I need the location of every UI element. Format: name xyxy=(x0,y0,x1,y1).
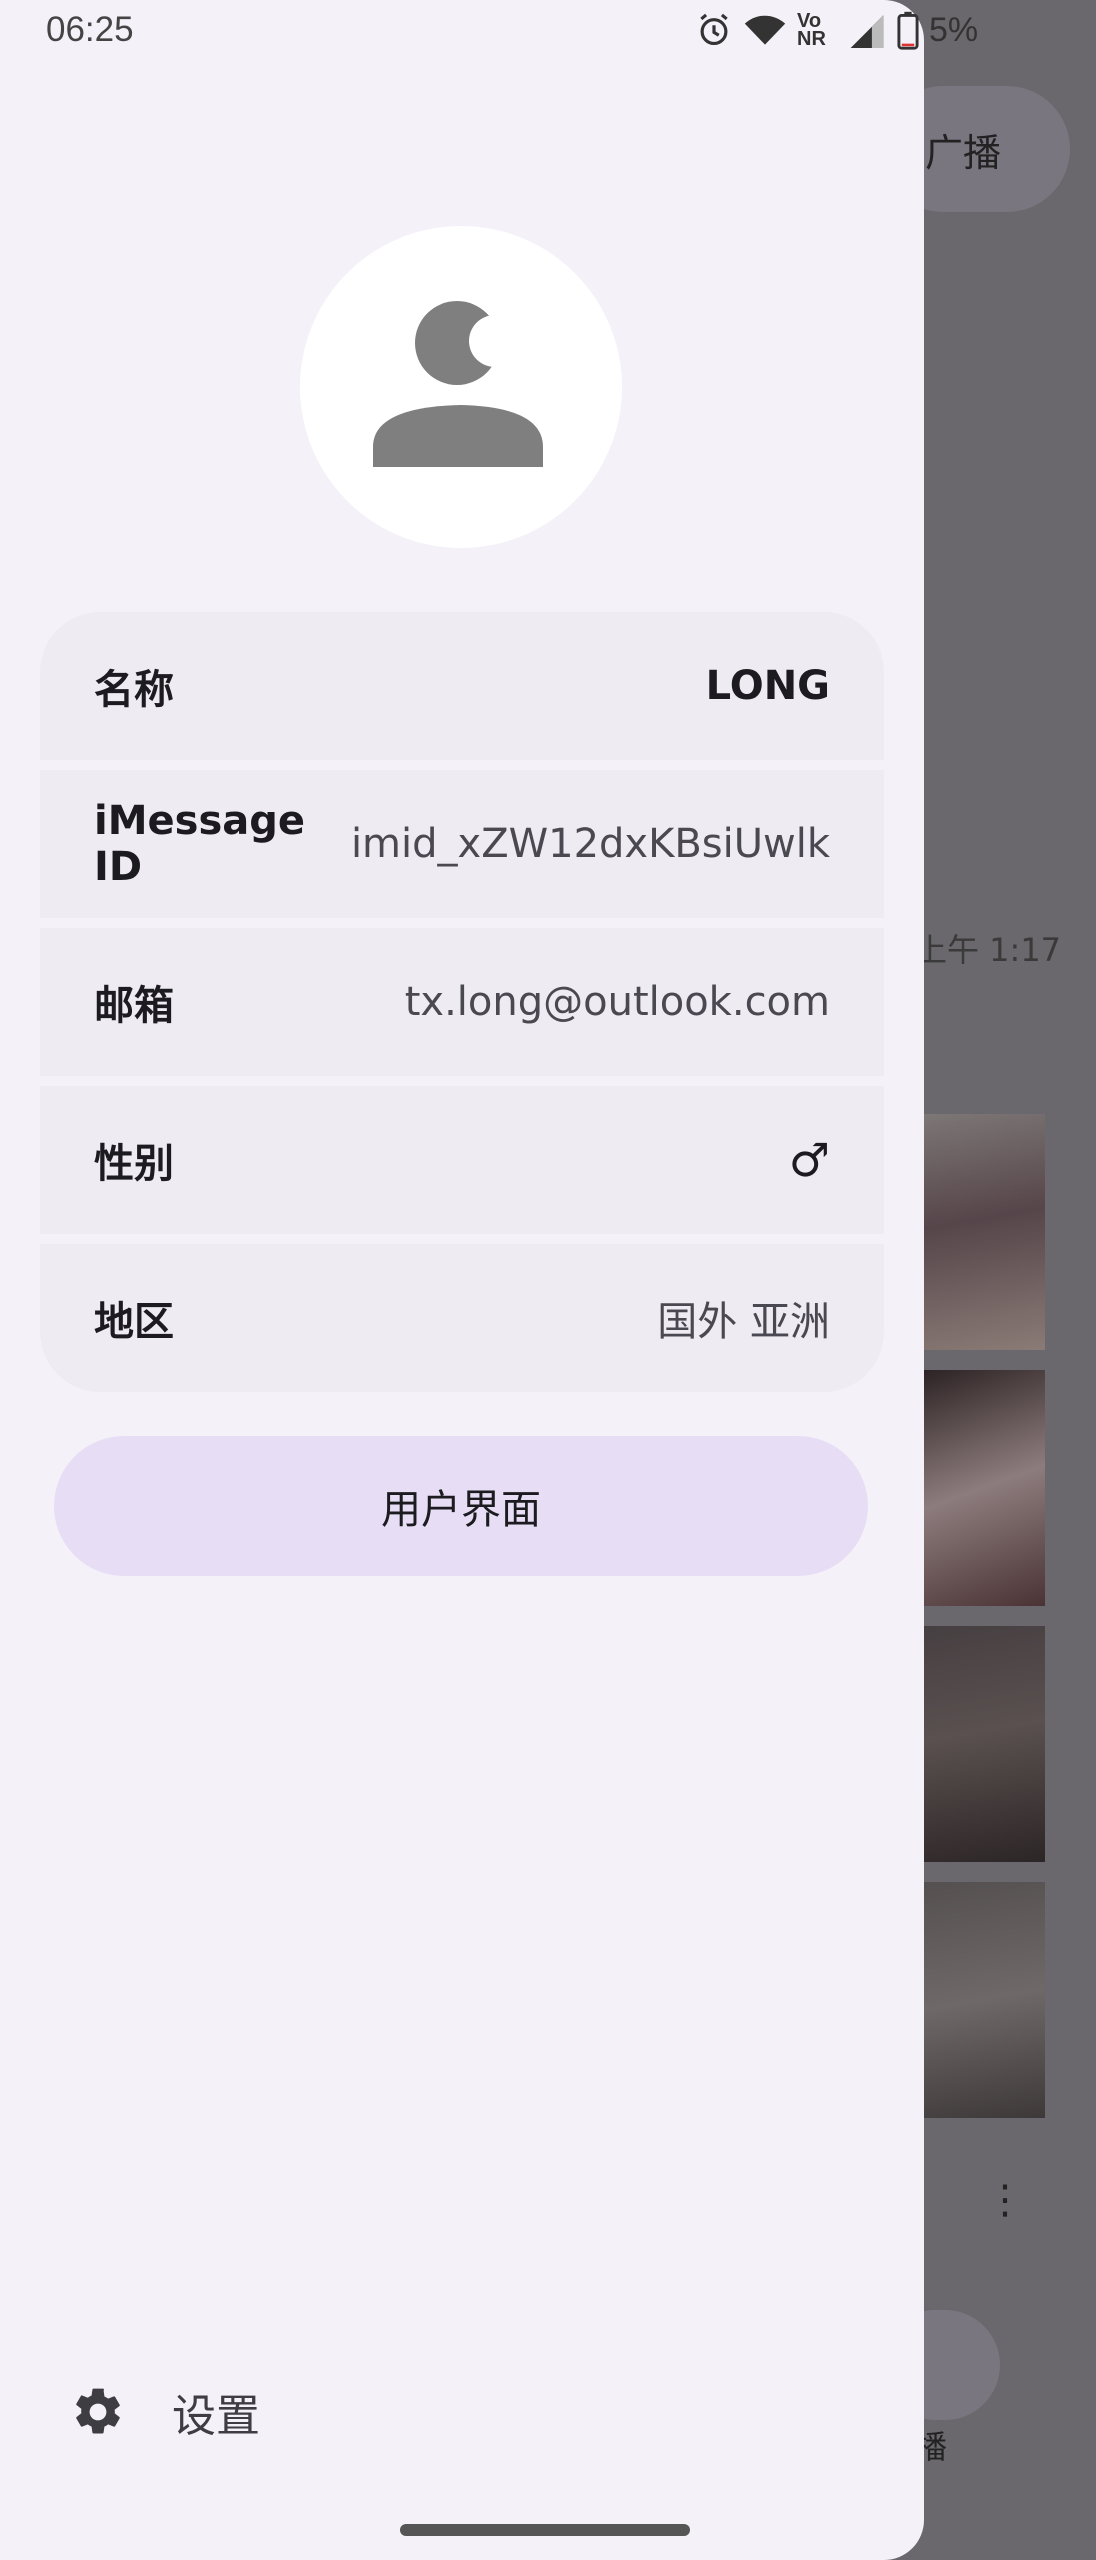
imessage-id-label: iMessage ID xyxy=(94,798,306,890)
region-label: 地区 xyxy=(94,1299,174,1345)
media-thumbnail xyxy=(920,1370,1045,1606)
more-vert-icon: ⋮ xyxy=(985,2177,1025,2223)
email-value: tx.long@outlook.com xyxy=(404,979,830,1025)
profile-row-name[interactable]: 名称 LONG xyxy=(40,612,884,760)
profile-row-imessage-id[interactable]: iMessage ID imid_xZW12dxKBsiUwlk xyxy=(40,770,884,918)
name-value: LONG xyxy=(705,663,830,709)
message-timestamp: 上午 1:17 xyxy=(915,931,1062,969)
imessage-id-value: imid_xZW12dxKBsiUwlk xyxy=(350,821,830,867)
home-indicator[interactable] xyxy=(400,2524,690,2536)
settings-item[interactable]: 设置 xyxy=(70,2370,260,2454)
volte-nr-icon: Vo NR xyxy=(797,10,826,50)
profile-drawer: 06:25 名称 LONG iMessage ID imid_xZW12dxKB… xyxy=(0,0,924,2560)
profile-info-card: 名称 LONG iMessage ID imid_xZW12dxKBsiUwlk… xyxy=(40,612,884,1392)
profile-row-email[interactable]: 邮箱 tx.long@outlook.com xyxy=(40,928,884,1076)
media-thumbnail xyxy=(920,1882,1045,2118)
signal-icon xyxy=(847,12,887,48)
settings-label: 设置 xyxy=(172,2391,260,2442)
battery-icon xyxy=(897,10,919,50)
media-thumbnail xyxy=(920,1626,1045,1862)
name-label: 名称 xyxy=(94,667,174,713)
email-label: 邮箱 xyxy=(94,983,174,1029)
gender-label: 性别 xyxy=(94,1141,174,1187)
user-interface-button[interactable]: 用户界面 xyxy=(54,1436,868,1576)
male-icon: ♂ xyxy=(788,1133,830,1187)
region-value: 国外 亚洲 xyxy=(657,1299,830,1345)
avatar[interactable] xyxy=(300,226,622,548)
profile-row-gender[interactable]: 性别 ♂ xyxy=(40,1086,884,1234)
status-time: 06:25 xyxy=(46,10,134,49)
gear-icon xyxy=(76,2388,120,2434)
battery-percent: 5% xyxy=(929,10,979,49)
status-bar-icons: Vo NR 5% xyxy=(695,8,978,52)
person-icon xyxy=(373,301,543,467)
profile-row-region[interactable]: 地区 国外 亚洲 xyxy=(40,1244,884,1392)
alarm-icon xyxy=(695,11,733,49)
media-thumbnail xyxy=(920,1114,1045,1350)
wifi-icon xyxy=(743,11,787,49)
broadcast-pill-label: 广播 xyxy=(925,131,1002,175)
